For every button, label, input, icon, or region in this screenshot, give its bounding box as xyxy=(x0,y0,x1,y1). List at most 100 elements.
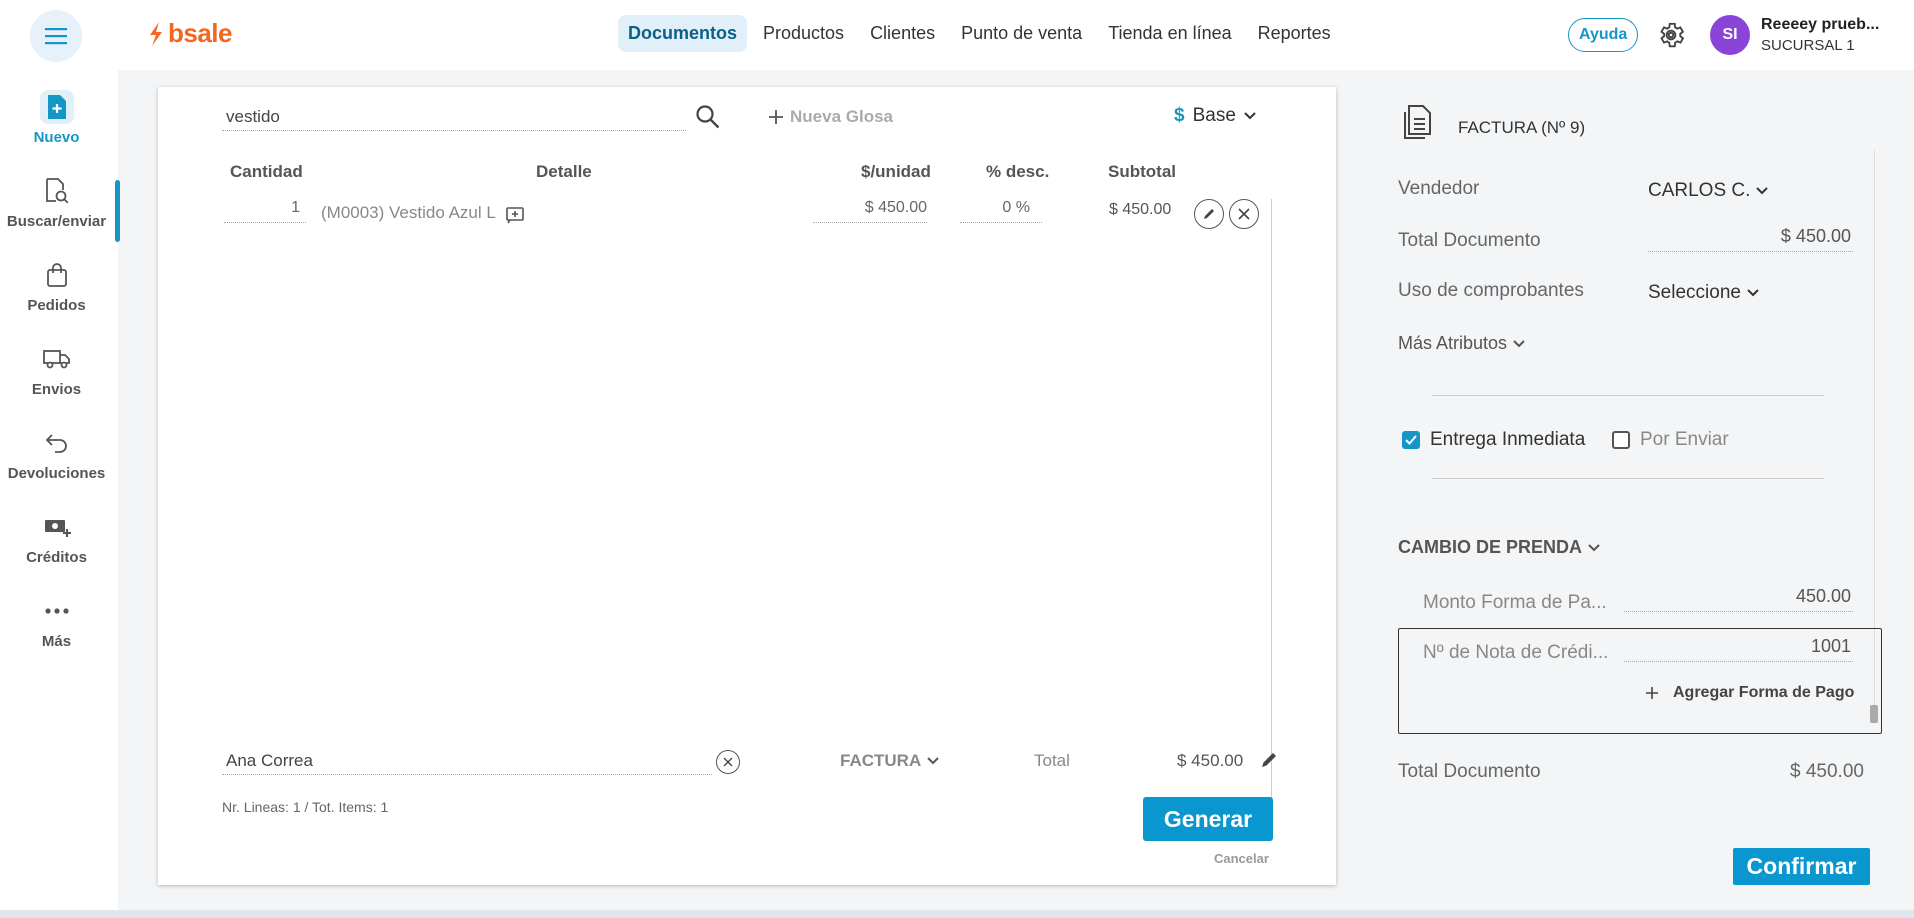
separator xyxy=(1432,395,1824,396)
nav-punto-de-venta[interactable]: Punto de venta xyxy=(951,15,1092,52)
search-document-icon xyxy=(40,174,74,208)
hamburger-icon xyxy=(45,28,67,45)
payment-amount-input[interactable]: 450.00 xyxy=(1624,586,1853,612)
vouchers-dropdown[interactable]: Seleccione xyxy=(1648,282,1759,304)
total-document-label: Total Documento xyxy=(1398,230,1541,251)
document-title: FACTURA (Nº 9) xyxy=(1458,118,1586,137)
sidebar-item-envios[interactable]: Envios xyxy=(0,342,113,398)
seller-dropdown[interactable]: CARLOS C. xyxy=(1648,180,1769,202)
to-ship-label[interactable]: Por Enviar xyxy=(1640,429,1729,451)
nav-clientes[interactable]: Clientes xyxy=(860,15,945,52)
confirm-button[interactable]: Confirmar xyxy=(1733,848,1870,885)
column-header-subtotal: Subtotal xyxy=(1108,162,1176,181)
user-name[interactable]: Reeeey prueb... xyxy=(1761,16,1879,34)
sidebar-item-buscar-enviar[interactable]: Buscar/enviar xyxy=(0,174,113,230)
document-card: Nueva Glosa $ Base Cantidad Detalle $/un… xyxy=(158,87,1336,885)
sidebar-item-pedidos[interactable]: Pedidos xyxy=(0,258,113,314)
immediate-delivery-label[interactable]: Entrega Inmediata xyxy=(1430,429,1585,451)
immediate-delivery-checkbox[interactable] xyxy=(1402,431,1420,449)
vouchers-label: Uso de comprobantes xyxy=(1398,280,1584,301)
edit-row-button[interactable] xyxy=(1194,199,1224,229)
cancel-link[interactable]: Cancelar xyxy=(1214,851,1269,866)
quantity-input[interactable]: 1 xyxy=(224,199,306,223)
active-indicator xyxy=(115,180,120,242)
currency-symbol: $ xyxy=(1174,105,1185,126)
new-document-icon xyxy=(39,90,74,124)
product-search-input[interactable] xyxy=(222,103,686,131)
currency-label: Base xyxy=(1192,105,1236,126)
payment-amount-label: Monto Forma de Pa... xyxy=(1423,592,1607,613)
sidebar-label-creditos: Créditos xyxy=(26,549,87,566)
seller-label: Vendedor xyxy=(1398,178,1480,199)
add-payment-button[interactable]: Agregar Forma de Pago xyxy=(1645,684,1854,702)
sidebar-label-pedidos: Pedidos xyxy=(27,297,86,314)
sidebar-item-mas[interactable]: Más xyxy=(0,594,113,650)
add-payment-label: Agregar Forma de Pago xyxy=(1673,684,1855,701)
separator xyxy=(1432,478,1824,479)
total-label: Total xyxy=(1034,751,1070,770)
scrollbar[interactable] xyxy=(1870,705,1878,723)
column-header-unit-price: $/unidad xyxy=(861,162,931,181)
chevron-down-icon xyxy=(927,757,939,765)
vouchers-value: Seleccione xyxy=(1648,282,1741,303)
user-branch: SUCURSAL 1 xyxy=(1761,37,1855,54)
lines-info: Nr. Lineas: 1 / Tot. Items: 1 xyxy=(222,799,389,815)
more-dots-icon xyxy=(40,594,74,628)
pencil-icon[interactable] xyxy=(1258,749,1280,771)
bsale-logo-icon xyxy=(150,21,162,46)
sidebar-label-nuevo: Nuevo xyxy=(33,129,80,146)
remove-row-button[interactable] xyxy=(1229,199,1259,229)
logo-text: bsale xyxy=(168,18,233,48)
sidebar-item-creditos[interactable]: Créditos xyxy=(0,510,113,566)
credit-note-input[interactable]: 1001 xyxy=(1624,636,1853,662)
menu-button[interactable] xyxy=(30,10,82,62)
shopping-bag-icon xyxy=(40,258,74,292)
help-button[interactable]: Ayuda xyxy=(1568,18,1639,52)
credit-note-label: Nº de Nota de Crédi... xyxy=(1423,642,1609,663)
total-value: $ 450.00 xyxy=(1177,751,1244,770)
bottom-total-value: $ 450.00 xyxy=(1790,761,1864,782)
column-header-detail: Detalle xyxy=(536,162,592,181)
top-bar: bsale Documentos Productos Clientes Punt… xyxy=(0,0,1914,70)
chevron-down-icon xyxy=(1588,543,1600,551)
sidebar-item-devoluciones[interactable]: Devoluciones xyxy=(0,426,113,482)
nav-productos[interactable]: Productos xyxy=(753,15,854,52)
payment-method-label: CAMBIO DE PRENDA xyxy=(1398,537,1583,557)
chevron-down-icon xyxy=(1756,187,1769,195)
payment-method-dropdown[interactable]: CAMBIO DE PRENDA xyxy=(1398,537,1600,558)
seller-value: CARLOS C. xyxy=(1648,180,1751,201)
client-input[interactable]: Ana Correa xyxy=(222,747,712,775)
sidebar-item-nuevo[interactable]: Nuevo xyxy=(0,90,113,146)
new-glosa-label: Nueva Glosa xyxy=(790,107,893,126)
gear-icon[interactable] xyxy=(1656,20,1686,50)
chevron-down-icon xyxy=(1747,289,1759,297)
panel-divider xyxy=(1874,150,1875,710)
bsale-logo[interactable]: bsale xyxy=(148,18,233,49)
pencil-icon xyxy=(1204,209,1214,219)
add-comment-icon[interactable] xyxy=(505,205,525,225)
generate-button[interactable]: Generar xyxy=(1143,797,1273,841)
chevron-down-icon xyxy=(1513,339,1525,347)
currency-selector[interactable]: $ Base xyxy=(1174,105,1256,127)
avatar[interactable]: SI xyxy=(1710,15,1750,55)
to-ship-checkbox[interactable] xyxy=(1612,431,1630,449)
sidebar-label-envios: Envios xyxy=(31,381,82,398)
nav-documentos[interactable]: Documentos xyxy=(618,15,748,52)
more-attributes-dropdown[interactable]: Más Atributos xyxy=(1398,333,1525,354)
column-header-quantity: Cantidad xyxy=(230,162,303,181)
search-icon[interactable] xyxy=(694,103,722,131)
chevron-down-icon xyxy=(1244,112,1256,120)
unit-price-input[interactable]: $ 450.00 xyxy=(813,199,927,223)
nav-reportes[interactable]: Reportes xyxy=(1248,15,1341,52)
document-type-selector[interactable]: FACTURA xyxy=(840,751,939,771)
divider xyxy=(1271,199,1272,809)
clear-client-button[interactable] xyxy=(716,750,740,774)
row-subtotal: $ 450.00 xyxy=(1109,201,1172,218)
close-icon xyxy=(723,757,733,767)
discount-input[interactable]: 0 % xyxy=(960,199,1042,223)
new-glosa-button[interactable]: Nueva Glosa xyxy=(768,107,893,127)
bottom-total-label: Total Documento xyxy=(1398,761,1541,782)
plus-icon xyxy=(1646,687,1658,699)
nav-tienda-en-linea[interactable]: Tienda en línea xyxy=(1098,15,1241,52)
close-icon xyxy=(1238,208,1250,220)
